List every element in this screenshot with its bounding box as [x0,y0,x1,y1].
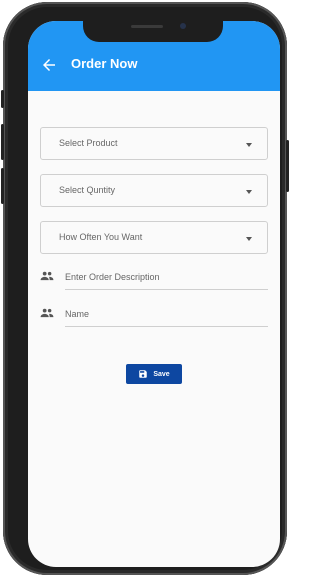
front-camera [180,23,186,29]
arrow-left-icon [43,59,55,71]
product-select[interactable]: Select Product [40,127,268,160]
people-icon [40,308,54,318]
quantity-select[interactable]: Select Quntity [40,174,268,207]
app-screen: Order Now Select Product Select Quntity … [28,21,280,567]
power-button [286,140,289,192]
chevron-down-icon [246,190,252,194]
back-button[interactable] [38,54,60,76]
speaker-grille [131,25,163,28]
floppy-disk-icon [139,370,148,378]
name-field-row [40,303,268,329]
phone-frame: Order Now Select Product Select Quntity … [1,2,289,575]
name-input[interactable] [65,303,268,327]
people-icon [40,271,54,281]
volume-down-button [1,168,4,204]
volume-up-button [1,124,4,160]
save-button[interactable]: Save [126,364,182,384]
description-field-row [40,266,268,292]
silent-switch [1,90,4,108]
quantity-select-label: Select Quntity [59,185,116,195]
page-title: Order Now [71,56,138,71]
save-button-label: Save [153,370,170,378]
frequency-select[interactable]: How Often You Want [40,221,268,254]
notch [83,21,223,42]
description-input[interactable] [65,266,268,290]
chevron-down-icon [246,237,252,241]
chevron-down-icon [246,143,252,147]
frequency-select-label: How Often You Want [59,232,143,242]
product-select-label: Select Product [59,138,118,148]
